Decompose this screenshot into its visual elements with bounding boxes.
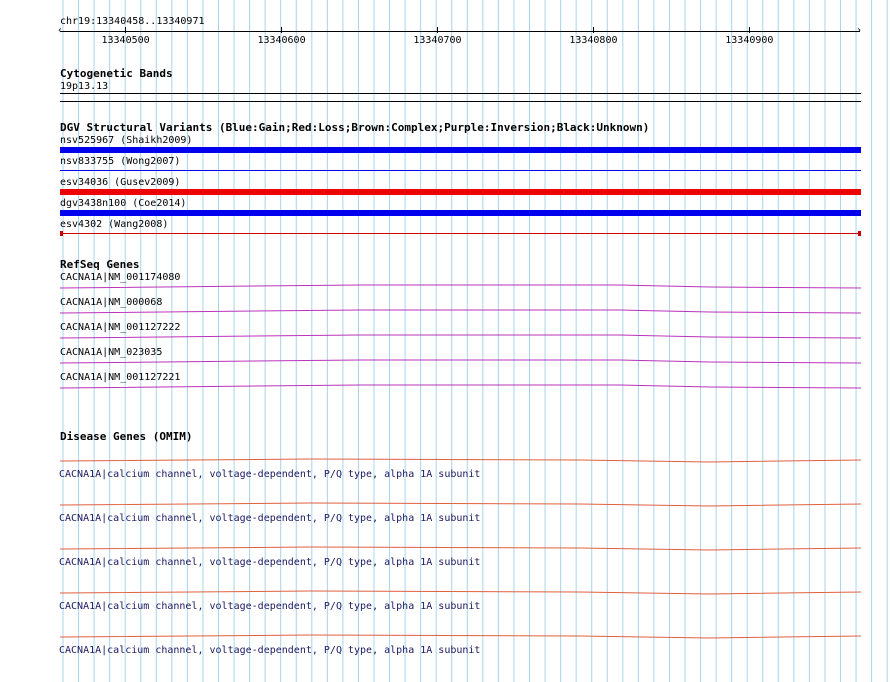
cytoband-label: 19p13.13: [60, 81, 109, 92]
ruler-tick-label: 13340600: [257, 35, 306, 46]
refseq-gene-line[interactable]: [60, 358, 861, 364]
dgv-variant-bar[interactable]: [60, 147, 861, 153]
dgv-variant-label[interactable]: esv4302 (Wang2008): [60, 219, 168, 230]
ruler-tick-label: 13340900: [725, 35, 774, 46]
dgv-variant-bar[interactable]: [60, 210, 861, 216]
ruler-right-arrow-icon: ›: [856, 25, 863, 36]
refseq-gene-line[interactable]: [60, 283, 861, 289]
dgv-title: DGV Structural Variants (Blue:Gain;Red:L…: [60, 121, 650, 134]
omim-gene-line[interactable]: [60, 545, 861, 551]
omim-gene-line[interactable]: [60, 501, 861, 507]
refseq-title: RefSeq Genes: [60, 258, 140, 271]
ruler-tick: [281, 27, 283, 33]
refseq-gene-line[interactable]: [60, 383, 861, 389]
ruler-tick: [437, 27, 439, 33]
dgv-variant-line[interactable]: [60, 170, 861, 171]
omim-gene-label[interactable]: CACNA1A|calcium channel, voltage-depende…: [59, 557, 480, 568]
ruler-tick: [749, 27, 751, 33]
omim-gene-line[interactable]: [60, 589, 861, 595]
refseq-gene-label[interactable]: CACNA1A|NM_023035: [60, 347, 162, 358]
dgv-variant-label[interactable]: esv34036 (Gusev2009): [60, 177, 180, 188]
omim-title: Disease Genes (OMIM): [60, 430, 193, 443]
omim-gene-line[interactable]: [60, 457, 861, 463]
refseq-gene-label[interactable]: CACNA1A|NM_000068: [60, 297, 162, 308]
refseq-gene-line[interactable]: [60, 308, 861, 314]
refseq-gene-label[interactable]: CACNA1A|NM_001127221: [60, 372, 180, 383]
ruler-left-arrow-icon: ‹: [57, 25, 64, 36]
omim-gene-label[interactable]: CACNA1A|calcium channel, voltage-depende…: [59, 601, 480, 612]
refseq-gene-label[interactable]: CACNA1A|NM_001174080: [60, 272, 180, 283]
omim-gene-line[interactable]: [60, 633, 861, 639]
ruler-tick-label: 13340700: [413, 35, 462, 46]
omim-gene-label[interactable]: CACNA1A|calcium channel, voltage-depende…: [59, 513, 480, 524]
omim-gene-label[interactable]: CACNA1A|calcium channel, voltage-depende…: [59, 469, 480, 480]
dgv-variant-label[interactable]: nsv525967 (Shaikh2009): [60, 135, 192, 146]
cytoband-line-top: [60, 93, 861, 94]
dgv-variant-label[interactable]: nsv833755 (Wong2007): [60, 156, 180, 167]
ruler-tick: [593, 27, 595, 33]
refseq-gene-line[interactable]: [60, 333, 861, 339]
cytoband-line-bottom: [60, 101, 861, 102]
refseq-gene-label[interactable]: CACNA1A|NM_001127222: [60, 322, 180, 333]
grid-lines: [62, 0, 888, 682]
ruler-tick: [125, 27, 127, 33]
dgv-variant-bar[interactable]: [60, 189, 861, 195]
omim-gene-label[interactable]: CACNA1A|calcium channel, voltage-depende…: [59, 645, 480, 656]
dgv-variant-line[interactable]: [60, 233, 861, 234]
cytoband-title: Cytogenetic Bands: [60, 67, 173, 80]
ruler-tick-label: 13340500: [101, 35, 150, 46]
ruler-axis: [60, 31, 860, 32]
dgv-variant-label[interactable]: dgv3438n100 (Coe2014): [60, 198, 186, 209]
ruler-location: chr19:13340458..13340971: [60, 16, 205, 27]
ruler-tick-label: 13340800: [569, 35, 618, 46]
